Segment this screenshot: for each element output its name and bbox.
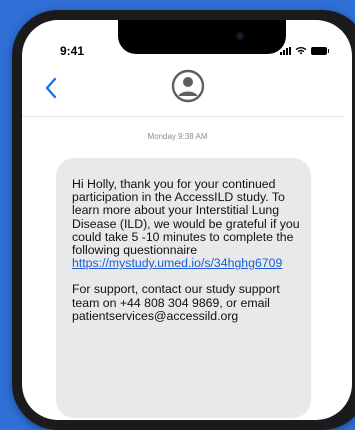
notch [118,20,286,54]
battery-icon [311,46,329,55]
support-email[interactable]: patientservices@accessild.org [72,309,238,323]
message-timestamp: Monday 9:38 AM [147,132,208,141]
message-body: Hi Holly, thank you for your continued p… [72,177,300,323]
header-divider [22,116,344,117]
message-intro: Hi Holly, thank you for your continued p… [72,177,300,258]
camera-dot [236,32,244,40]
cellular-signal-icon [280,46,291,55]
contact-avatar-icon[interactable] [170,68,206,104]
questionnaire-link[interactable]: https://mystudy.umed.io/s/34hghg6709 [72,256,282,270]
status-icons [280,46,329,55]
back-chevron-icon[interactable] [42,76,62,100]
message-support: For support, contact our study support t… [72,282,280,310]
status-time: 9:41 [60,44,85,58]
wifi-icon [295,46,307,55]
